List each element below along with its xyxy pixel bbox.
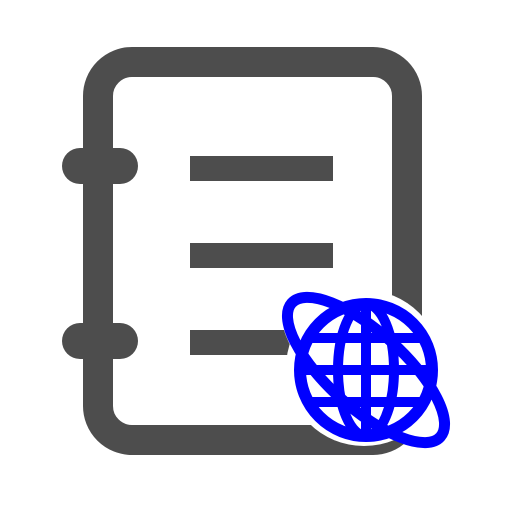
notebook-icon [62,47,422,455]
binding-ring-bottom [62,323,138,359]
icon-canvas [0,0,512,512]
text-line-2 [190,243,333,268]
notebook-globe-icon [62,47,451,455]
binding-ring-top [62,148,138,184]
text-line-1 [190,156,333,181]
